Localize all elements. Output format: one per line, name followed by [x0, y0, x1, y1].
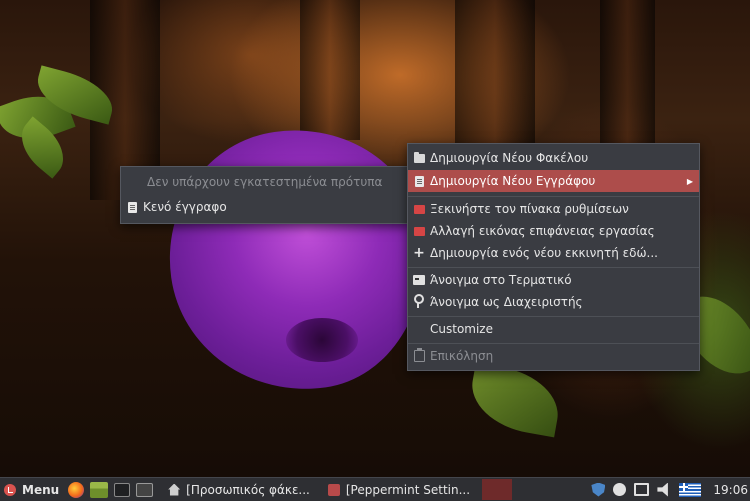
key-icon [408, 294, 430, 308]
settings-flag-icon [408, 204, 430, 214]
shield-icon[interactable] [591, 482, 606, 497]
plus-icon: + [413, 245, 425, 261]
media-player-launcher-icon[interactable] [136, 482, 154, 497]
new-document-submenu: Δεν υπάρχουν εγκατεστημένα πρότυπα Κενό … [120, 166, 410, 224]
document-icon [408, 175, 430, 187]
workspace-indicator[interactable] [482, 479, 513, 500]
create-folder-item[interactable]: Δημιουργία Νέου Φακέλου [408, 147, 699, 169]
window-button-label: [Peppermint Settin... [345, 482, 471, 497]
file-manager-launcher-icon[interactable] [90, 481, 109, 498]
home-folder-icon [168, 483, 181, 496]
firefox-launcher-icon[interactable] [68, 481, 85, 498]
greek-flag-icon[interactable] [679, 482, 702, 497]
no-templates-item: Δεν υπάρχουν εγκατεστημένα πρότυπα [147, 175, 383, 189]
submenu-arrow-icon: ▶ [686, 176, 694, 186]
change-wallpaper-item[interactable]: Αλλαγή εικόνας επιφάνειας εργασίας [408, 220, 699, 242]
menu-separator [408, 343, 699, 344]
paste-item: Επικόληση [408, 345, 699, 367]
display-icon[interactable] [634, 483, 650, 496]
wallpaper-flag-icon [408, 226, 430, 236]
wallpaper-wood-post [455, 0, 535, 145]
create-launcher-item[interactable]: + Δημιουργία ενός νέου εκκινητή εδώ... [408, 242, 699, 264]
menu-button-label: Menu [22, 482, 60, 497]
window-button-home-folder[interactable]: [Προσωπικός φάκε... [162, 478, 316, 501]
settings-app-icon [327, 483, 340, 496]
volume-icon[interactable] [657, 482, 668, 497]
wallpaper-flower-center [286, 318, 358, 362]
document-icon [121, 201, 143, 213]
folder-icon [408, 151, 430, 163]
system-tray: 19:06 [587, 478, 750, 501]
wallpaper-flower [153, 113, 442, 407]
menu-separator [408, 196, 699, 197]
window-button-settings[interactable]: [Peppermint Settin... [322, 478, 476, 501]
customize-item[interactable]: Customize [408, 318, 699, 340]
wallpaper-wood-post [300, 0, 360, 140]
menu-button[interactable]: Menu [0, 478, 65, 501]
menu-separator [408, 316, 699, 317]
open-terminal-item[interactable]: Άνοιγμα στο Τερματικό [408, 269, 699, 291]
clock[interactable]: 19:06 [713, 483, 750, 497]
update-icon[interactable] [613, 483, 627, 496]
open-as-admin-item[interactable]: Άνοιγμα ως Διαχειριστής [408, 291, 699, 313]
mint-logo-icon [4, 483, 16, 496]
settings-panel-item[interactable]: Ξεκινήστε τον πίνακα ρυθμίσεων [408, 198, 699, 220]
create-document-item[interactable]: Δημιουργία Νέου Εγγράφου ▶ [408, 170, 699, 192]
taskbar: Menu [Προσωπικός φάκε... [Peppermint Set… [0, 477, 750, 501]
menu-separator [408, 267, 699, 268]
terminal-icon [408, 275, 430, 285]
desktop-context-menu: Δημιουργία Νέου Φακέλου Δημιουργία Νέου … [407, 143, 700, 371]
terminal-launcher-icon[interactable] [114, 482, 131, 497]
wallpaper-leaf [465, 362, 565, 438]
window-button-label: [Προσωπικός φάκε... [186, 482, 310, 497]
paste-icon [408, 348, 430, 362]
empty-document-item[interactable]: Κενό έγγραφο [121, 196, 409, 218]
